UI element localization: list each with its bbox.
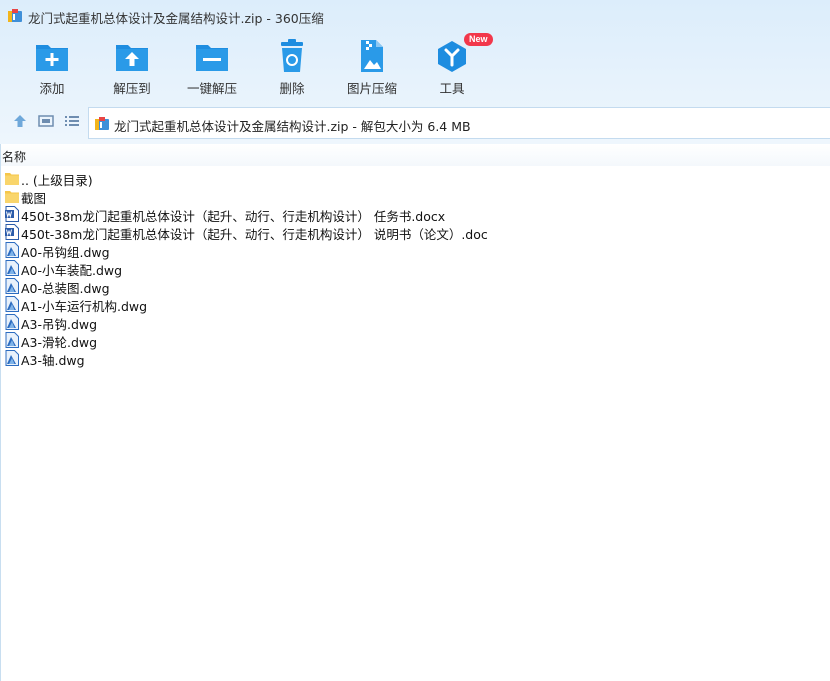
dwg-file-icon (5, 260, 19, 276)
list-item[interactable]: A0-吊钩组.dwg (1, 241, 830, 260)
address-text: 龙门式起重机总体设计及金属结构设计.zip - 解包大小为 6.4 MB (114, 119, 471, 134)
title-bar: 龙门式起重机总体设计及金属结构设计.zip - 360压缩 (0, 0, 830, 32)
list-view-icon[interactable] (63, 112, 81, 130)
list-item[interactable]: 450t-38m龙门起重机总体设计（起升、动行、行走机构设计） 说明书（论文）.… (1, 223, 830, 242)
thumbnail-view-icon[interactable] (37, 112, 55, 130)
add-button[interactable]: 添加 (12, 36, 92, 98)
one-click-extract-label: 一键解压 (186, 81, 237, 96)
tools-button[interactable]: New 工具 (412, 33, 493, 98)
add-folder-icon (36, 45, 68, 71)
folder-icon (5, 170, 19, 186)
new-badge: New (464, 33, 493, 46)
tools-hexagon-icon (438, 41, 466, 72)
address-bar[interactable]: 龙门式起重机总体设计及金属结构设计.zip - 解包大小为 6.4 MB (88, 107, 830, 139)
file-rows: .. (上级目录) 截图 450t-38m龙门起重机总体设计（起升、动行、行走机构设… (1, 169, 830, 368)
image-compress-button[interactable]: 图片压缩 (332, 36, 412, 98)
image-compress-icon (361, 40, 383, 72)
list-item[interactable]: A3-滑轮.dwg (1, 331, 830, 350)
dwg-file-icon (5, 242, 19, 258)
column-header: 名称 (1, 144, 830, 166)
dwg-file-icon (5, 278, 19, 294)
list-item[interactable]: 450t-38m龙门起重机总体设计（起升、动行、行走机构设计） 任务书.docx (1, 205, 830, 224)
extract-folder-icon (116, 45, 148, 71)
delete-label: 删除 (279, 81, 305, 96)
image-compress-label: 图片压缩 (346, 81, 397, 96)
dwg-file-icon (5, 314, 19, 330)
dwg-file-icon (5, 296, 19, 312)
app-window: 龙门式起重机总体设计及金属结构设计.zip - 360压缩 添加 解压到 一键解… (0, 0, 830, 681)
list-item[interactable]: .. (上级目录) (1, 169, 830, 188)
archive-icon (8, 9, 22, 22)
list-item[interactable]: A0-小车装配.dwg (1, 259, 830, 278)
window-title: 龙门式起重机总体设计及金属结构设计.zip - 360压缩 (28, 11, 324, 26)
trash-icon (281, 39, 303, 72)
list-item[interactable]: A0-总装图.dwg (1, 277, 830, 296)
list-item[interactable]: A3-吊钩.dwg (1, 313, 830, 332)
column-name-header[interactable]: 名称 (2, 148, 26, 165)
navigation-bar: 龙门式起重机总体设计及金属结构设计.zip - 解包大小为 6.4 MB (0, 104, 830, 140)
tools-label: 工具 (439, 81, 465, 96)
up-arrow-icon[interactable] (11, 112, 29, 130)
word-document-icon (5, 206, 19, 222)
file-list: 名称 .. (上级目录) 截图 450t-38m龙门起重机总体设计（起升、动行、行走… (0, 144, 830, 681)
toolbar: 添加 解压到 一键解压 删除 图片压缩 New 工具 (0, 33, 830, 100)
list-item[interactable]: 截图 (1, 187, 830, 206)
folder-icon (5, 188, 19, 204)
extract-to-label: 解压到 (113, 81, 151, 96)
list-item[interactable]: A3-轴.dwg (1, 349, 830, 368)
list-item[interactable]: A1-小车运行机构.dwg (1, 295, 830, 314)
dwg-file-icon (5, 350, 19, 366)
one-click-extract-button[interactable]: 一键解压 (172, 36, 252, 98)
one-click-extract-icon (196, 45, 228, 71)
file-name: A3-轴.dwg (21, 353, 85, 368)
add-label: 添加 (39, 81, 65, 96)
extract-to-button[interactable]: 解压到 (92, 36, 172, 98)
word-document-icon (5, 224, 19, 240)
delete-button[interactable]: 删除 (252, 36, 332, 98)
dwg-file-icon (5, 332, 19, 348)
archive-icon (95, 117, 109, 130)
top-panel: 龙门式起重机总体设计及金属结构设计.zip - 360压缩 添加 解压到 一键解… (0, 0, 830, 144)
